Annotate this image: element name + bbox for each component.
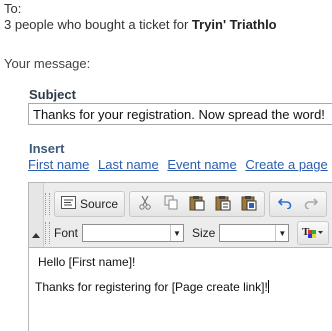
subject-label: Subject: [29, 87, 76, 102]
copy-button[interactable]: [158, 193, 184, 215]
redo-button[interactable]: [298, 193, 324, 215]
paste-text-icon: [215, 195, 231, 214]
insert-create-page-link[interactable]: Create a page: [245, 157, 327, 172]
editor-content-area[interactable]: Hello [First name]! Thanks for registeri…: [29, 247, 332, 331]
content-line-2-text: Thanks for registering for [Page create …: [35, 280, 268, 294]
source-button[interactable]: Source: [57, 193, 122, 215]
content-line-2: Thanks for registering for [Page create …: [35, 280, 269, 294]
content-line-1: Hello [First name]!: [38, 255, 136, 269]
paste-button[interactable]: [184, 193, 210, 215]
text-color-icon: T: [302, 225, 324, 242]
insert-label: Insert: [29, 141, 65, 156]
source-group: Source: [54, 191, 126, 217]
paste-word-button[interactable]: [236, 193, 262, 215]
text-caret: [267, 280, 269, 293]
insert-links: First name Last name Event name Create a…: [28, 157, 332, 172]
size-label: Size: [192, 226, 216, 240]
chevron-down-icon[interactable]: ▼: [275, 225, 288, 241]
toolbar-row-1: Source: [45, 190, 331, 218]
source-icon: [61, 196, 76, 212]
text-color-group: T: [297, 221, 330, 245]
paste-text-button[interactable]: [210, 193, 236, 215]
insert-event-name-link[interactable]: Event name: [167, 157, 236, 172]
undo-button[interactable]: [272, 193, 298, 215]
subject-input[interactable]: [28, 103, 332, 125]
insert-first-name-link[interactable]: First name: [28, 157, 89, 172]
font-select[interactable]: ▼: [82, 224, 185, 242]
chevron-down-icon[interactable]: ▼: [170, 225, 183, 241]
undo-group: [269, 191, 328, 217]
cut-icon: [138, 195, 152, 213]
toolbar-row-2: Font ▼ Size ▼ T: [45, 219, 332, 247]
paste-icon: [189, 195, 205, 214]
toolbar-grip: [45, 193, 50, 215]
paste-word-icon: [241, 195, 257, 214]
rich-text-editor: Source Font ▼ Size ▼ T Hello [First name…: [28, 182, 332, 331]
insert-last-name-link[interactable]: Last name: [98, 157, 159, 172]
font-label: Font: [54, 226, 79, 240]
text-color-button[interactable]: T: [300, 222, 326, 244]
message-compose-form: To: 3 people who bought a ticket for Try…: [0, 0, 332, 331]
undo-icon: [277, 197, 292, 212]
copy-icon: [164, 195, 179, 213]
source-label: Source: [80, 197, 119, 211]
collapse-toolbar-icon[interactable]: [32, 233, 40, 238]
toolbar-collapse-strip[interactable]: [29, 183, 44, 247]
redo-icon: [304, 197, 319, 212]
toolbar-grip: [45, 222, 50, 244]
your-message-label: Your message:: [4, 56, 91, 71]
to-label: To:: [4, 1, 22, 16]
size-select[interactable]: ▼: [219, 224, 290, 242]
recipients-summary: 3 people who bought a ticket for Tryin' …: [4, 17, 277, 32]
event-name: Tryin' Triathlo: [191, 17, 277, 32]
recipients-text: 3 people who bought a ticket for: [4, 17, 192, 32]
cut-button[interactable]: [132, 193, 158, 215]
clipboard-group: [129, 191, 266, 217]
